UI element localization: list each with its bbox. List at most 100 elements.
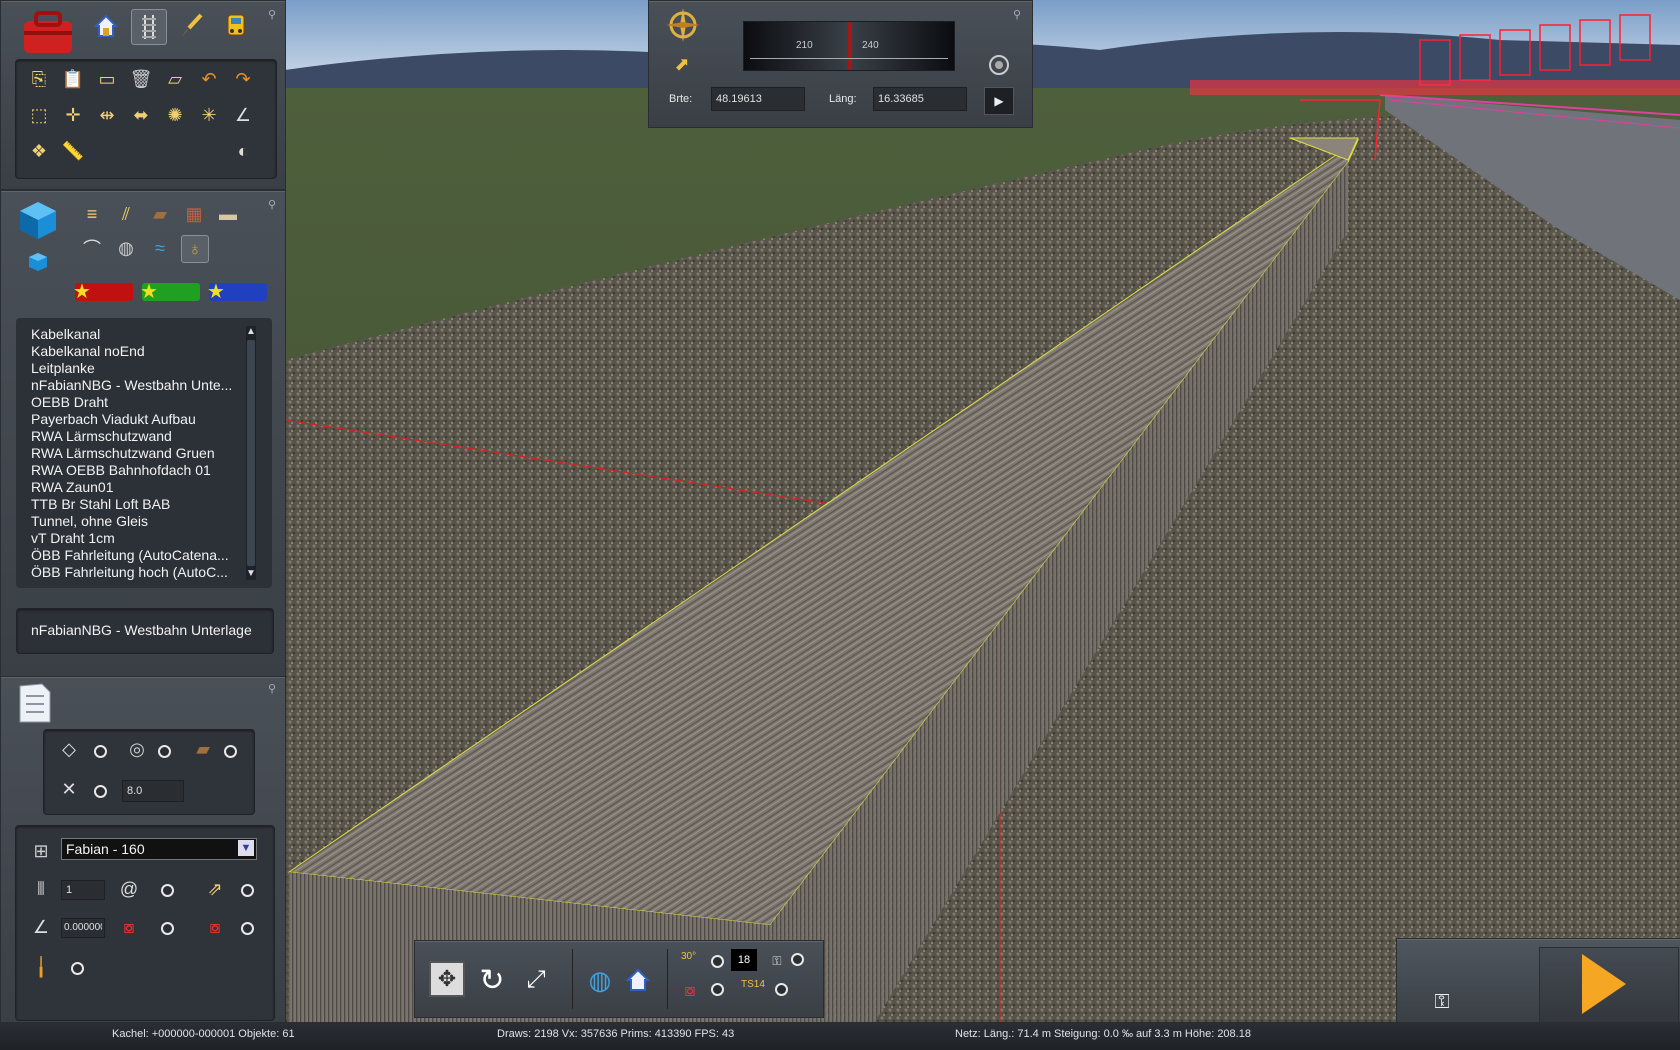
- pin-icon[interactable]: ⚲: [266, 9, 278, 21]
- group-icon[interactable]: ❖: [26, 138, 52, 164]
- copy-icon[interactable]: ⎘: [26, 66, 52, 92]
- target-icon: ◎: [129, 738, 145, 759]
- play-icon: [1582, 954, 1626, 1014]
- redo-icon[interactable]: ↷: [230, 66, 256, 92]
- magnet-track-radio[interactable]: [161, 922, 174, 935]
- select-rect-icon[interactable]: ⬚: [26, 102, 52, 128]
- cube-large-icon[interactable]: [15, 197, 61, 243]
- paste-icon[interactable]: 📋: [60, 66, 86, 92]
- list-item[interactable]: Kabelkanal noEnd: [16, 343, 256, 360]
- surface-align-radio[interactable]: [94, 745, 107, 758]
- rotate-point-icon[interactable]: ✺: [162, 102, 188, 128]
- list-item[interactable]: RWA Lärmschutzwand: [16, 428, 256, 445]
- scroll-down-icon[interactable]: ▼: [246, 568, 256, 580]
- snap-icon[interactable]: ✳: [196, 102, 222, 128]
- trash-icon[interactable]: 🗑: [128, 66, 154, 92]
- selected-object-field[interactable]: nFabianNBG - Westbahn Unterlage: [16, 608, 274, 654]
- undo-icon[interactable]: ↶: [196, 66, 222, 92]
- toolbox-icon[interactable]: [19, 7, 77, 57]
- list-item[interactable]: RWA OEBB Bahnhofdach 01: [16, 462, 256, 479]
- longitude-input[interactable]: [873, 87, 967, 111]
- track-type-value: Fabian - 160: [66, 841, 145, 857]
- rail-count-icon: ⦀: [37, 878, 45, 899]
- rotate-view-icon[interactable]: ↻: [475, 963, 509, 997]
- list-item[interactable]: ÖBB Fahrleitung (AutoCatena...: [16, 547, 256, 564]
- pin-icon[interactable]: ⚲: [266, 199, 278, 211]
- list-item[interactable]: RWA Zaun01: [16, 479, 256, 496]
- spacing-radio[interactable]: [94, 785, 107, 798]
- rails-icon[interactable]: ≡: [79, 201, 105, 227]
- favorite-red-button[interactable]: ★: [73, 281, 133, 303]
- spiral-radio[interactable]: [161, 884, 174, 897]
- height-marker-radio[interactable]: [71, 962, 84, 975]
- list-item[interactable]: Payerbach Viadukt Aufbau: [16, 411, 256, 428]
- track-type-dropdown[interactable]: Fabian - 160 ▼: [61, 838, 257, 860]
- ts14-radio[interactable]: [775, 983, 788, 996]
- list-scrollbar[interactable]: ▲ ▼: [246, 326, 256, 580]
- pin-icon[interactable]: ⚲: [266, 683, 278, 695]
- list-item[interactable]: nFabianNBG - Westbahn Unte...: [16, 377, 256, 394]
- screen-icon[interactable]: ▭: [94, 66, 120, 92]
- compass-icon[interactable]: [663, 5, 703, 45]
- magnet-radio[interactable]: [711, 983, 724, 996]
- lock-radio[interactable]: [791, 953, 804, 966]
- eraser-icon[interactable]: ▱: [162, 66, 188, 92]
- split-icon[interactable]: ⇹: [94, 102, 120, 128]
- heading-gauge[interactable]: 210 240: [743, 21, 955, 71]
- angle-icon[interactable]: ∠: [230, 102, 256, 128]
- go-to-coordinates-button[interactable]: ▶: [984, 87, 1014, 115]
- rails-cross-icon[interactable]: ⫽: [113, 201, 139, 227]
- favorite-blue-button[interactable]: ★: [207, 281, 267, 303]
- list-item[interactable]: RWA Lärmschutzwand Gruen: [16, 445, 256, 462]
- list-item[interactable]: Leitplanke: [16, 360, 256, 377]
- angle-30-label: 30°: [681, 951, 697, 962]
- object-list[interactable]: Kabelkanal Kabelkanal noEnd Leitplanke n…: [16, 318, 272, 588]
- list-item[interactable]: TTB Br Stahl Loft BAB: [16, 496, 256, 513]
- plank-radio[interactable]: [224, 745, 237, 758]
- list-item[interactable]: ÖBB Fahrleitung hoch (AutoC...: [16, 564, 256, 581]
- stone-block-icon[interactable]: ▬: [215, 201, 241, 227]
- chevron-down-icon[interactable]: ▼: [238, 840, 254, 856]
- align-icon[interactable]: ⬌: [128, 102, 154, 128]
- favorite-green-button[interactable]: ★: [140, 281, 200, 303]
- slope-radio[interactable]: [241, 884, 254, 897]
- arch-icon[interactable]: ⌒: [79, 235, 105, 261]
- track-tool-icon[interactable]: [131, 9, 167, 45]
- magnet-rail-radio[interactable]: [241, 922, 254, 935]
- rail-count-input[interactable]: [61, 880, 105, 900]
- target-icon[interactable]: [989, 55, 1009, 75]
- paint-brush-icon[interactable]: [176, 11, 206, 41]
- scroll-up-icon[interactable]: ▲: [246, 326, 256, 338]
- navigate-icon[interactable]: ⬈: [669, 51, 695, 77]
- bag-icon[interactable]: ♁: [181, 235, 209, 263]
- counter-field[interactable]: 18: [731, 949, 757, 971]
- train-icon[interactable]: [221, 11, 251, 41]
- globe-icon[interactable]: ◍: [583, 963, 617, 997]
- list-item[interactable]: Tunnel, ohne Gleis: [16, 513, 256, 530]
- home-view-icon[interactable]: [621, 963, 655, 997]
- wood-plank-icon[interactable]: ▰: [147, 201, 173, 227]
- spacing-input[interactable]: [122, 780, 184, 802]
- brick-icon[interactable]: ▦: [181, 201, 207, 227]
- angle-30-radio[interactable]: [711, 955, 724, 968]
- zoom-extents-icon[interactable]: ⤢: [519, 963, 553, 997]
- list-item[interactable]: vT Draht 1cm: [16, 530, 256, 547]
- latitude-input[interactable]: [711, 87, 805, 111]
- list-item[interactable]: Kabelkanal: [16, 326, 256, 343]
- target-radio[interactable]: [158, 745, 171, 758]
- scroll-thumb[interactable]: [247, 340, 255, 566]
- move-icon[interactable]: ✛: [60, 102, 86, 128]
- cube-small-icon[interactable]: [25, 249, 51, 275]
- play-button[interactable]: [1539, 947, 1679, 1025]
- list-item[interactable]: OEBB Draht: [16, 394, 256, 411]
- lock-icon[interactable]: ⚿: [1427, 987, 1457, 1017]
- gradient-input[interactable]: [61, 918, 105, 938]
- home-icon[interactable]: [91, 11, 121, 41]
- water-icon[interactable]: ≈: [147, 235, 173, 261]
- tunnel-icon[interactable]: ◍: [113, 235, 139, 261]
- pin-icon[interactable]: ⚲: [1011, 9, 1023, 21]
- settings-brush-icon[interactable]: ◐: [230, 138, 256, 164]
- fit-view-icon[interactable]: ✥: [429, 961, 465, 997]
- measure-icon[interactable]: 📏: [60, 138, 86, 164]
- properties-sheet-icon[interactable]: [15, 681, 55, 725]
